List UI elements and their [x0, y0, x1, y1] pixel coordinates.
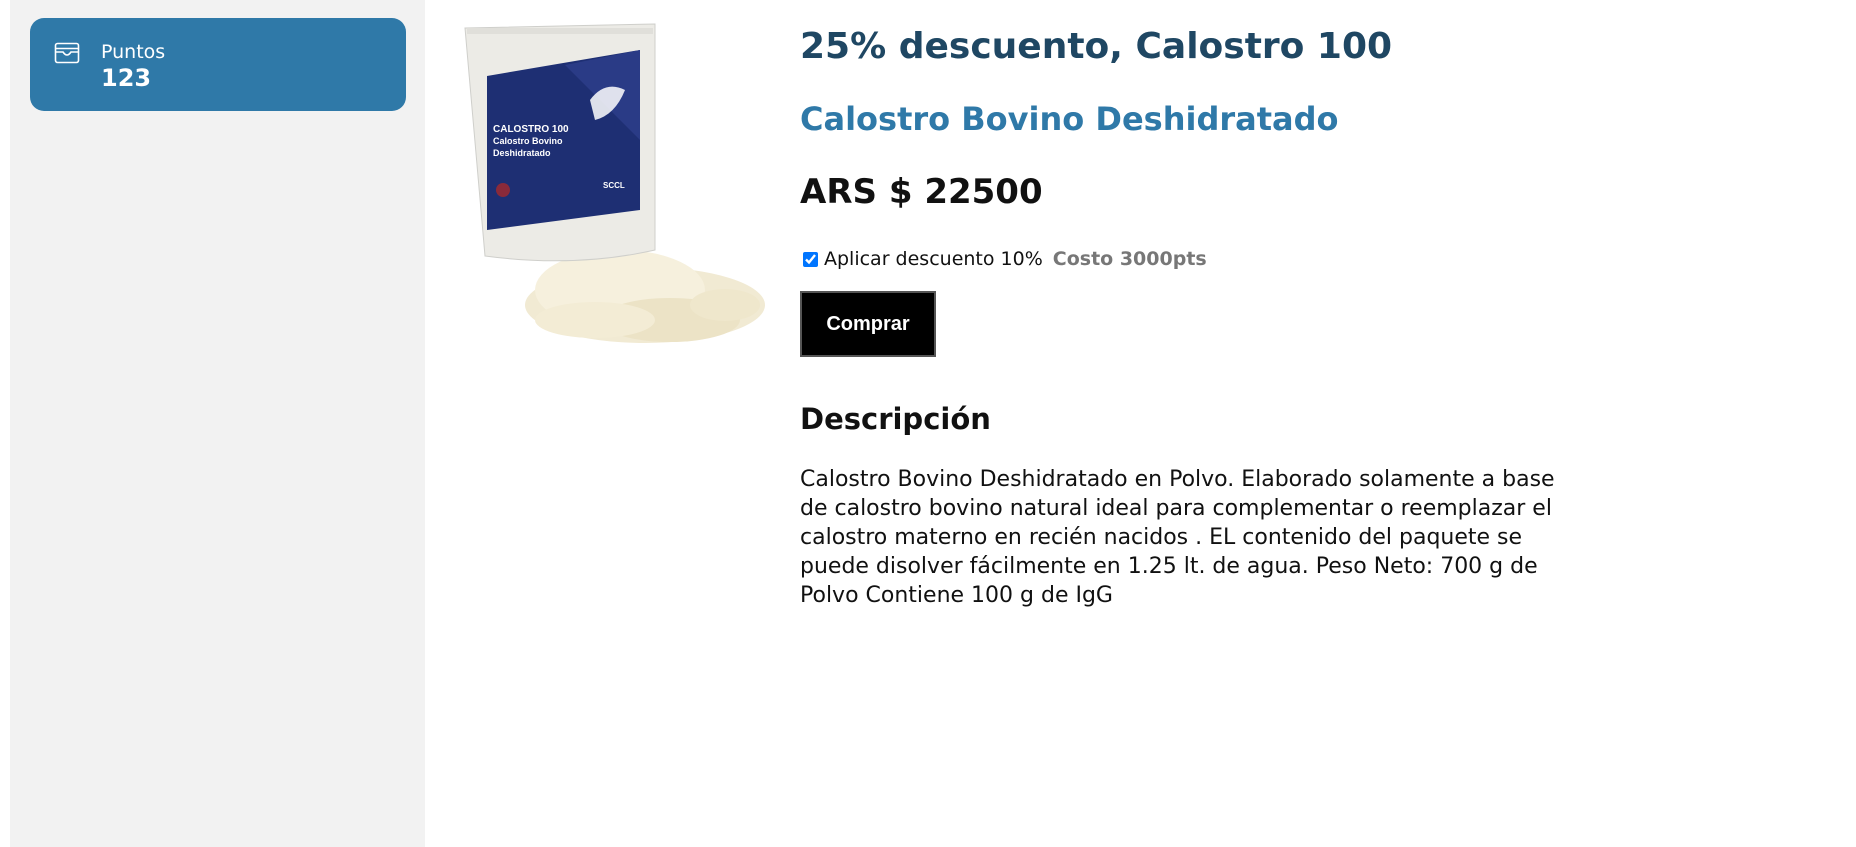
discount-option: Aplicar descuento 10% Costo 3000pts [800, 247, 1207, 271]
product-image: CALOSTRO 100 Calostro Bovino Deshidratad… [455, 20, 785, 360]
powder-pile [525, 250, 765, 343]
discount-cost: Costo 3000pts [1052, 248, 1207, 270]
product-name: Calostro Bovino Deshidratado [800, 100, 1339, 138]
price: ARS $ 22500 [800, 172, 1043, 212]
discount-checkbox[interactable] [803, 251, 818, 267]
points-label: Puntos [101, 41, 166, 63]
pouch-text-line3: Deshidratado [493, 148, 551, 158]
sidebar: Puntos 123 [10, 0, 425, 847]
pouch-text-line2: Calostro Bovino [493, 136, 563, 146]
pouch-brand: SCCL [603, 181, 625, 190]
pouch-text-line1: CALOSTRO 100 [493, 124, 569, 135]
buy-button[interactable]: Comprar [800, 291, 936, 357]
points-card[interactable]: Puntos 123 [30, 18, 406, 111]
points-value: 123 [101, 64, 152, 92]
description-heading: Descripción [800, 402, 991, 436]
discount-label: Aplicar descuento 10% [824, 248, 1043, 270]
wallet-icon [54, 42, 80, 64]
promo-title: 25% descuento, Calostro 100 [800, 26, 1393, 67]
description-text: Calostro Bovino Deshidratado en Polvo. E… [800, 467, 1555, 608]
